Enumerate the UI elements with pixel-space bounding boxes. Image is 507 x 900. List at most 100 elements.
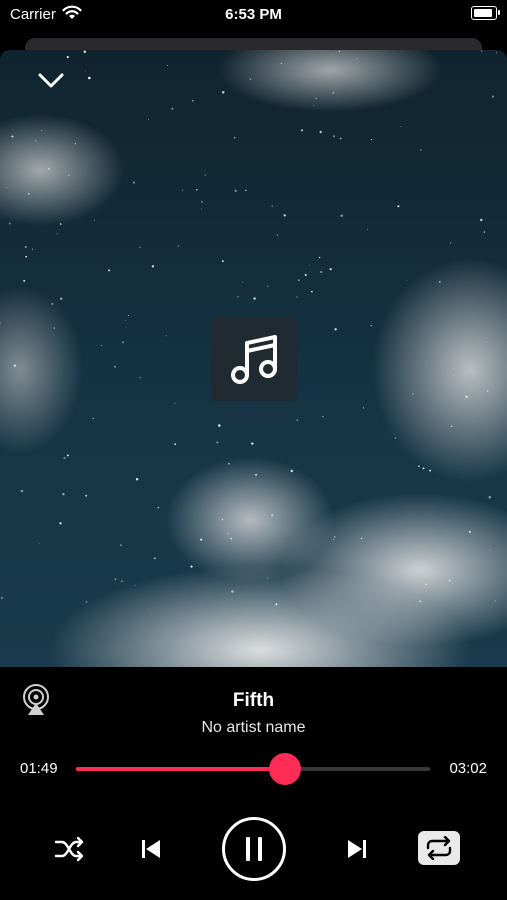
star — [276, 234, 278, 236]
progress-fill — [76, 767, 285, 771]
star — [174, 443, 177, 445]
star — [122, 341, 124, 344]
progress-slider[interactable] — [76, 753, 430, 785]
star — [153, 557, 156, 560]
star — [486, 390, 489, 392]
star — [62, 492, 65, 496]
star — [465, 395, 468, 398]
star — [231, 590, 234, 593]
artist-name: No artist name — [201, 719, 306, 736]
album-artwork — [0, 50, 507, 667]
star — [339, 137, 342, 140]
star — [20, 489, 24, 493]
repeat-icon — [426, 836, 452, 860]
star — [139, 246, 141, 249]
star — [234, 189, 237, 192]
skip-forward-icon — [348, 840, 366, 858]
next-button[interactable] — [343, 834, 371, 864]
star — [85, 70, 86, 72]
star — [452, 367, 454, 369]
star — [486, 337, 487, 339]
star — [296, 296, 298, 298]
pause-icon — [246, 837, 262, 861]
star — [121, 580, 123, 582]
star — [313, 105, 315, 107]
star — [27, 192, 30, 195]
star — [47, 167, 51, 171]
track-title: Fifth — [232, 690, 275, 711]
star — [233, 136, 236, 139]
star — [315, 97, 318, 100]
star — [334, 536, 336, 538]
airplay-icon[interactable] — [20, 683, 52, 717]
star — [332, 538, 334, 540]
music-note-icon — [231, 335, 277, 384]
star — [255, 473, 258, 476]
star — [271, 205, 273, 207]
star — [200, 538, 203, 541]
star — [332, 92, 335, 94]
star — [200, 200, 203, 203]
star — [221, 518, 224, 521]
star — [280, 62, 282, 65]
star — [66, 454, 69, 457]
star — [267, 577, 269, 579]
star — [425, 583, 427, 585]
star — [400, 125, 402, 128]
star — [53, 327, 56, 329]
status-bar: Carrier 6:53 PM — [0, 0, 507, 30]
star — [147, 118, 150, 120]
star — [329, 268, 332, 271]
star — [204, 174, 207, 176]
star — [74, 143, 76, 145]
star — [439, 281, 441, 283]
previous-button[interactable] — [137, 834, 165, 864]
star — [23, 279, 26, 282]
star — [125, 319, 127, 321]
elapsed-time: 01:49 — [20, 760, 58, 777]
star — [135, 478, 139, 481]
star — [367, 228, 368, 230]
star — [190, 565, 193, 568]
star — [237, 296, 239, 298]
star — [480, 50, 483, 52]
star — [468, 530, 471, 533]
star — [370, 139, 373, 141]
star — [311, 290, 313, 293]
star — [120, 544, 122, 546]
star — [230, 537, 233, 540]
repeat-button[interactable] — [418, 831, 460, 865]
star — [35, 139, 37, 141]
star — [397, 205, 400, 208]
star — [100, 344, 103, 347]
star — [491, 95, 495, 98]
star — [422, 467, 425, 470]
star — [249, 78, 252, 80]
star — [83, 50, 86, 53]
star — [148, 608, 150, 610]
star — [63, 456, 66, 460]
star — [85, 494, 88, 497]
star — [338, 51, 340, 53]
chevron-down-icon[interactable] — [35, 68, 67, 94]
star — [0, 321, 1, 324]
play-pause-button[interactable] — [222, 817, 286, 881]
star — [171, 107, 174, 110]
star — [370, 324, 372, 327]
star — [221, 260, 224, 263]
star — [319, 256, 321, 259]
star — [40, 130, 42, 132]
star — [113, 365, 116, 368]
star — [108, 269, 111, 272]
star — [68, 174, 70, 177]
star — [165, 335, 167, 337]
star — [132, 181, 135, 184]
star — [218, 424, 221, 427]
star — [13, 364, 16, 367]
star — [271, 514, 274, 517]
progress-thumb[interactable] — [268, 753, 301, 785]
star — [191, 99, 194, 102]
shuffle-button[interactable] — [52, 834, 88, 864]
star — [322, 416, 324, 418]
star — [490, 549, 492, 551]
